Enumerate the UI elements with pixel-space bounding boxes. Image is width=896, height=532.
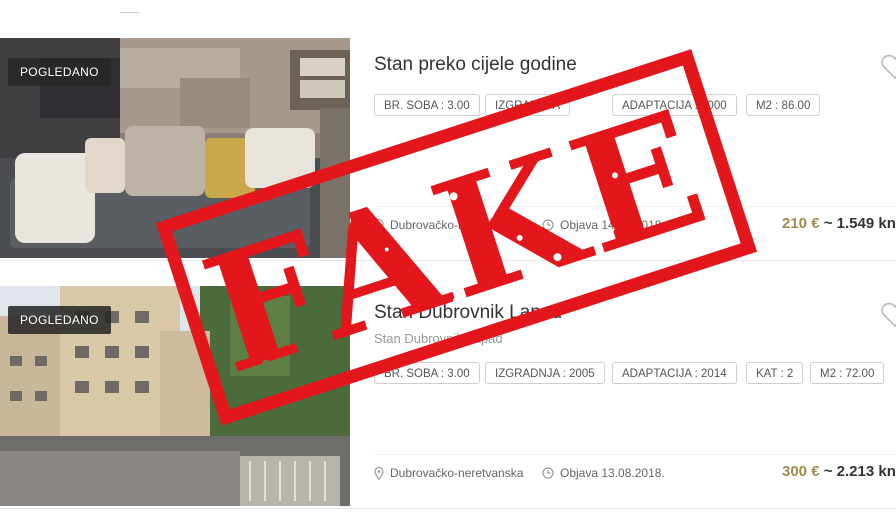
built-chip: IZGRADNJA	[485, 94, 571, 116]
viewed-badge: POGLEDANO	[8, 306, 111, 334]
listing-subtitle: Stan Dubrovnik Lapad	[374, 331, 503, 346]
renovation-chip: ADAPTACIJA : 2014	[612, 362, 737, 384]
price-eur: 210 €	[782, 215, 820, 232]
price-kn: ~ 2.213 kn	[823, 463, 896, 480]
location-pin-icon	[374, 218, 384, 232]
renovation-chip: ADAPTACIJA : 2000	[612, 94, 737, 116]
listing-title[interactable]: Stan Dubrovnik Lapad	[374, 302, 562, 324]
listing-footer: Dubrovačko-neretvanska Objava 13.08.2018…	[374, 463, 896, 486]
location-text: Dubrovačko-neretvanska	[390, 218, 524, 232]
location-text: Dubrovačko-neretvanska	[390, 466, 524, 480]
floor-chip: KAT : 2	[746, 362, 804, 384]
top-strip	[0, 0, 896, 20]
date-text: Objava 13.08.2018.	[560, 466, 665, 480]
viewed-badge: POGLEDANO	[8, 58, 111, 86]
date-text: Objava 14.08.2018.	[560, 218, 665, 232]
heart-icon[interactable]	[880, 302, 896, 328]
card-divider	[374, 206, 896, 207]
location-pin-icon	[374, 466, 384, 480]
location: Dubrovačko-neretvanska	[374, 466, 523, 480]
built-chip: IZGRADNJA : 2005	[485, 362, 605, 384]
publish-date: Objava 13.08.2018.	[542, 466, 665, 480]
rooms-chip: BR. SOBA : 3.00	[374, 94, 480, 116]
publish-date: Objava 14.08.2018.	[542, 218, 665, 232]
area-chip: M2 : 72.00	[810, 362, 885, 384]
area-chip: M2 : 86.00	[746, 94, 821, 116]
listing-footer: Dubrovačko-neretvanska Objava 14.08.2018…	[374, 215, 896, 238]
card-divider	[374, 454, 896, 455]
clock-icon	[542, 467, 554, 479]
clock-icon	[542, 219, 554, 231]
price: 210 € ~ 1.549 kn	[782, 215, 896, 232]
price-eur: 300 €	[782, 463, 820, 480]
listing-title[interactable]: Stan preko cijele godine	[374, 54, 577, 76]
price: 300 € ~ 2.213 kn	[782, 463, 896, 480]
top-divider	[120, 12, 140, 13]
heart-icon[interactable]	[880, 54, 896, 80]
listing-photo[interactable]: POGLEDANO	[0, 286, 350, 506]
listing-photo[interactable]: POGLEDANO	[0, 38, 350, 258]
location: Dubrovačko-neretvanska	[374, 218, 523, 232]
rooms-chip: BR. SOBA : 3.00	[374, 362, 480, 384]
listing-card[interactable]: POGLEDANO Stan Dubrovnik Lapad Stan Dubr…	[0, 286, 896, 509]
listing-card[interactable]: POGLEDANO Stan preko cijele godine BR. S…	[0, 38, 896, 261]
price-kn: ~ 1.549 kn	[823, 215, 896, 232]
